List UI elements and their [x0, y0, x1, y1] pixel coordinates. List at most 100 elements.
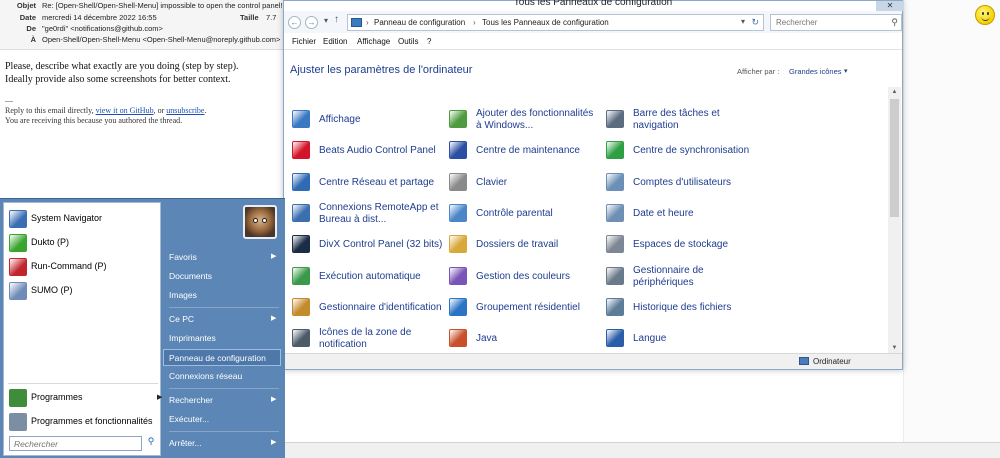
search-input[interactable] [771, 15, 881, 30]
programs-features-item[interactable]: Programmes et fonctionnalités [9, 412, 159, 432]
start-right-item[interactable]: Images [169, 287, 281, 304]
cp-item-device-manager[interactable]: Gestionnaire de périphériques [605, 263, 755, 291]
cp-item-users[interactable]: Comptes d'utilisateurs [605, 169, 755, 197]
view-value[interactable]: Grandes icônes [789, 67, 842, 76]
menu-fichier[interactable]: Fichier [292, 37, 316, 46]
start-right-label: Exécuter... [169, 414, 210, 424]
scroll-thumb[interactable] [890, 99, 899, 217]
up-button[interactable]: ↑ [334, 14, 339, 25]
cp-item-keyboard[interactable]: Clavier [448, 169, 598, 197]
address-dropdown-icon[interactable]: ▾ [741, 17, 745, 26]
back-button[interactable]: ← [288, 16, 301, 29]
cp-item-clock[interactable]: Date et heure [605, 200, 755, 228]
cp-item-color-management[interactable]: Gestion des couleurs [448, 263, 598, 291]
start-right-item[interactable]: Exécuter... [169, 411, 281, 428]
cp-item-parental-control[interactable]: Contrôle parental [448, 200, 598, 228]
unsubscribe-link[interactable]: unsubscribe [166, 106, 204, 115]
cp-item-autoplay[interactable]: Exécution automatique [291, 263, 441, 291]
start-right-label: Connexions réseau [169, 371, 243, 381]
close-button[interactable]: ✕ [876, 1, 904, 11]
cp-item-file-history[interactable]: Historique des fichiers [605, 294, 755, 322]
cp-item-notification-area[interactable]: Icônes de la zone de notification [291, 325, 441, 353]
start-search-input[interactable] [10, 437, 141, 450]
subject-value: Re: [Open-Shell/Open-Shell-Menu] impossi… [42, 1, 306, 10]
cp-item-label: Beats Audio Control Panel [319, 144, 436, 156]
cp-item-storage[interactable]: Espaces de stockage [605, 231, 755, 259]
view-selector[interactable]: Afficher par : Grandes icônes ▾ [737, 67, 848, 76]
submenu-arrow-icon: ▶ [271, 396, 277, 403]
start-right-item[interactable]: Ce PC ▶ [169, 311, 281, 328]
divider [169, 388, 279, 389]
menu-outils[interactable]: Outils [398, 37, 418, 46]
breadcrumb-control-panel[interactable]: Panneau de configuration [374, 18, 465, 27]
submenu-arrow-icon: ▶ [157, 394, 163, 401]
dukto-icon [9, 234, 27, 252]
cp-item-work-folders[interactable]: Dossiers de travail [448, 231, 598, 259]
cp-item-label: Affichage [319, 113, 361, 125]
cp-item-label: Espaces de stockage [633, 238, 729, 250]
cp-item-label: Gestionnaire de périphériques [633, 264, 704, 289]
view-on-github-link[interactable]: view it on GitHub [96, 106, 154, 115]
view-dropdown-icon[interactable]: ▾ [844, 67, 848, 75]
user-avatar[interactable] [243, 205, 277, 239]
search-icon[interactable]: ⚲ [891, 17, 898, 28]
cp-item-java[interactable]: Java [448, 325, 598, 353]
start-right-item[interactable]: Panneau de configuration [163, 349, 281, 366]
email-body-line: Please, describe what exactly are you do… [5, 61, 239, 72]
start-right-label: Documents [169, 271, 212, 281]
from-value[interactable]: "ge0rdi" <notifications@github.com> [42, 24, 163, 33]
reply-end-text: . [204, 106, 207, 115]
start-search-box[interactable] [9, 436, 142, 451]
address-toolbar: ← → ▾ ↑ › Panneau de configuration › Tou… [284, 11, 902, 33]
cp-item-network[interactable]: Centre Réseau et partage [291, 169, 441, 197]
cp-item-divx[interactable]: DivX Control Panel (32 bits) [291, 231, 442, 259]
cp-item-sync[interactable]: Centre de synchronisation [605, 137, 755, 165]
pinned-label: SUMO (P) [31, 285, 73, 295]
search-box[interactable]: ⚲ [770, 14, 902, 31]
vertical-scrollbar[interactable]: ▲ ▼ [888, 87, 901, 353]
recent-dropdown-icon[interactable]: ▾ [324, 16, 328, 25]
start-right-item[interactable]: Arrêter... ▶ [169, 435, 281, 452]
language-icon [606, 329, 624, 347]
start-search-icon[interactable]: ⚲ [144, 436, 158, 451]
menu-help[interactable]: ? [427, 37, 431, 46]
refresh-icon[interactable]: ↻ [751, 17, 759, 28]
pinned-sumo[interactable]: SUMO (P) [9, 281, 159, 301]
to-value[interactable]: Open-Shell/Open-Shell-Menu <Open-Shell-M… [42, 35, 280, 44]
cp-item-homegroup[interactable]: Groupement résidentiel [448, 294, 598, 322]
cp-item-remoteapp[interactable]: Connexions RemoteApp et Bureau à dist... [291, 200, 441, 228]
cp-item-credential-manager[interactable]: Gestionnaire d'identification [291, 294, 442, 322]
submenu-arrow-icon: ▶ [271, 439, 277, 446]
forward-button[interactable]: → [305, 16, 318, 29]
cp-item-taskbar[interactable]: Barre des tâches et navigation [605, 106, 755, 134]
address-bar[interactable]: › Panneau de configuration › Tous les Pa… [347, 14, 764, 31]
size-label: Taille [240, 13, 259, 22]
clock-icon [606, 204, 624, 222]
cp-item-label: Contrôle parental [476, 207, 553, 219]
cp-item-flag[interactable]: Centre de maintenance [448, 137, 598, 165]
cp-item-display[interactable]: Affichage [291, 106, 441, 134]
pinned-system-navigator[interactable]: System Navigator [9, 209, 159, 229]
programs-item[interactable]: Programmes ▶ [9, 388, 163, 408]
cp-item-label: Centre Réseau et partage [319, 176, 435, 188]
cp-item-beats-audio[interactable]: Beats Audio Control Panel [291, 137, 441, 165]
start-right-item[interactable]: Rechercher ▶ [169, 392, 281, 409]
start-right-item[interactable]: Documents [169, 268, 281, 285]
start-right-item[interactable]: Favoris ▶ [169, 249, 281, 266]
scroll-down-icon[interactable]: ▼ [888, 345, 901, 351]
page-title: Ajuster les paramètres de l'ordinateur [290, 64, 473, 76]
menu-edition[interactable]: Edition [323, 37, 347, 46]
programs-features-icon [9, 413, 27, 431]
scroll-up-icon[interactable]: ▲ [888, 89, 901, 95]
start-right-item[interactable]: Imprimantes [169, 330, 281, 347]
start-right-item[interactable]: Connexions réseau [169, 368, 281, 385]
pinned-run-command[interactable]: Run-Command (P) [9, 257, 159, 277]
menu-affichage[interactable]: Affichage [357, 37, 390, 46]
breadcrumb-all-panels[interactable]: Tous les Panneaux de configuration [482, 18, 609, 27]
computer-icon [799, 357, 809, 365]
email-header: Objet Re: [Open-Shell/Open-Shell-Menu] i… [0, 0, 305, 50]
cp-item-language[interactable]: Langue [605, 325, 755, 353]
pinned-dukto[interactable]: Dukto (P) [9, 233, 159, 253]
cp-item-add-features[interactable]: Ajouter des fonctionnalités à Windows... [448, 106, 598, 134]
cp-item-label: Java [476, 332, 498, 344]
